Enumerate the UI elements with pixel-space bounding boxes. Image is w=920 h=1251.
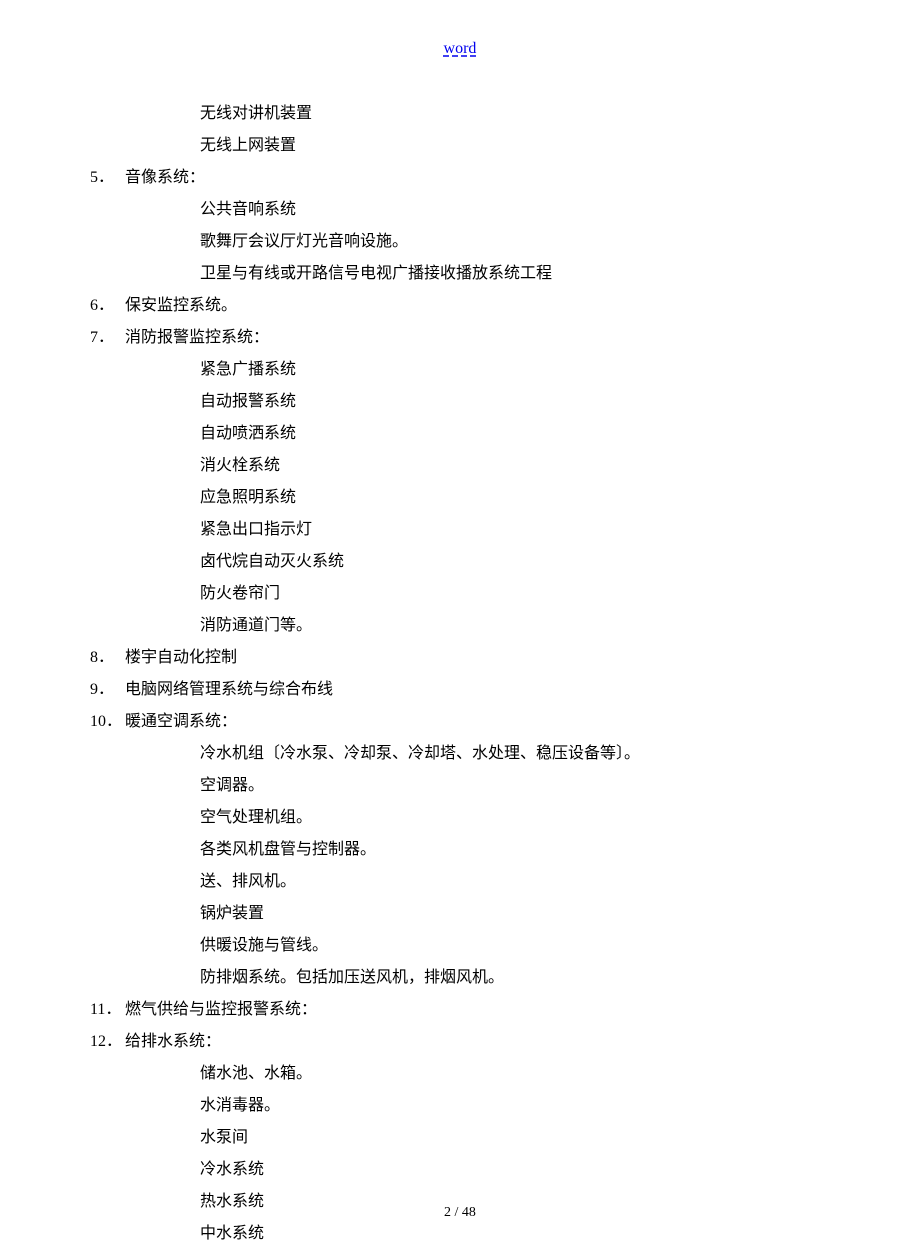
- item-number: 11．: [90, 994, 125, 1026]
- sub-item: 应急照明系统: [90, 482, 830, 514]
- list-item: 6． 保安监控系统。: [90, 290, 830, 322]
- sub-item: 卫星与有线或开路信号电视广播接收播放系统工程: [90, 258, 830, 290]
- item-title: 给排水系统：: [125, 1026, 221, 1058]
- item-title: 电脑网络管理系统与综合布线: [125, 674, 333, 706]
- item-number: 5．: [90, 162, 125, 194]
- item-number: 9．: [90, 674, 125, 706]
- sub-item: 供暖设施与管线。: [90, 930, 830, 962]
- sub-item: 空调器。: [90, 770, 830, 802]
- item-title: 暖通空调系统：: [125, 706, 237, 738]
- item-title: 保安监控系统。: [125, 290, 237, 322]
- list-item: 11． 燃气供给与监控报警系统：: [90, 994, 830, 1026]
- sub-item: 冷水机组〔冷水泵、冷却泵、冷却塔、水处理、稳压设备等〕。: [90, 738, 830, 770]
- page-footer: 2 / 48: [0, 1205, 920, 1221]
- sub-item: 紧急出口指示灯: [90, 514, 830, 546]
- item-number: 10．: [90, 706, 125, 738]
- sub-item: 锅炉装置: [90, 898, 830, 930]
- sub-item: 卤代烷自动灭火系统: [90, 546, 830, 578]
- list-item: 8． 楼宇自动化控制: [90, 642, 830, 674]
- sub-item: 歌舞厅会议厅灯光音响设施。: [90, 226, 830, 258]
- list-item: 10． 暖通空调系统：: [90, 706, 830, 738]
- list-item: 9． 电脑网络管理系统与综合布线: [90, 674, 830, 706]
- item-number: 8．: [90, 642, 125, 674]
- sub-item: 消火栓系统: [90, 450, 830, 482]
- sub-item: 无线上网装置: [90, 130, 830, 162]
- list-item: 12． 给排水系统：: [90, 1026, 830, 1058]
- sub-item: 公共音响系统: [90, 194, 830, 226]
- item-title: 音像系统：: [125, 162, 205, 194]
- item-number: 6．: [90, 290, 125, 322]
- sub-item: 空气处理机组。: [90, 802, 830, 834]
- sub-item: 防火卷帘门: [90, 578, 830, 610]
- document-content: 无线对讲机装置 无线上网装置 5． 音像系统： 公共音响系统 歌舞厅会议厅灯光音…: [90, 98, 830, 1250]
- sub-item: 自动报警系统: [90, 386, 830, 418]
- item-title: 燃气供给与监控报警系统：: [125, 994, 317, 1026]
- page-number: 2 / 48: [444, 1205, 476, 1220]
- list-item: 7． 消防报警监控系统：: [90, 322, 830, 354]
- item-title: 楼宇自动化控制: [125, 642, 237, 674]
- sub-item: 自动喷洒系统: [90, 418, 830, 450]
- sub-item: 冷水系统: [90, 1154, 830, 1186]
- sub-item: 无线对讲机装置: [90, 98, 830, 130]
- sub-item: 消防通道门等。: [90, 610, 830, 642]
- sub-item: 各类风机盘管与控制器。: [90, 834, 830, 866]
- sub-item: 送、排风机。: [90, 866, 830, 898]
- sub-item: 水泵间: [90, 1122, 830, 1154]
- list-item: 5． 音像系统：: [90, 162, 830, 194]
- header-link[interactable]: word: [90, 40, 830, 58]
- item-number: 7．: [90, 322, 125, 354]
- sub-item: 防排烟系统。包括加压送风机，排烟风机。: [90, 962, 830, 994]
- item-title: 消防报警监控系统：: [125, 322, 269, 354]
- header-link-text: word: [444, 40, 477, 57]
- sub-item: 水消毒器。: [90, 1090, 830, 1122]
- sub-item: 紧急广播系统: [90, 354, 830, 386]
- sub-item: 储水池、水箱。: [90, 1058, 830, 1090]
- item-number: 12．: [90, 1026, 125, 1058]
- sub-item: 中水系统: [90, 1218, 830, 1250]
